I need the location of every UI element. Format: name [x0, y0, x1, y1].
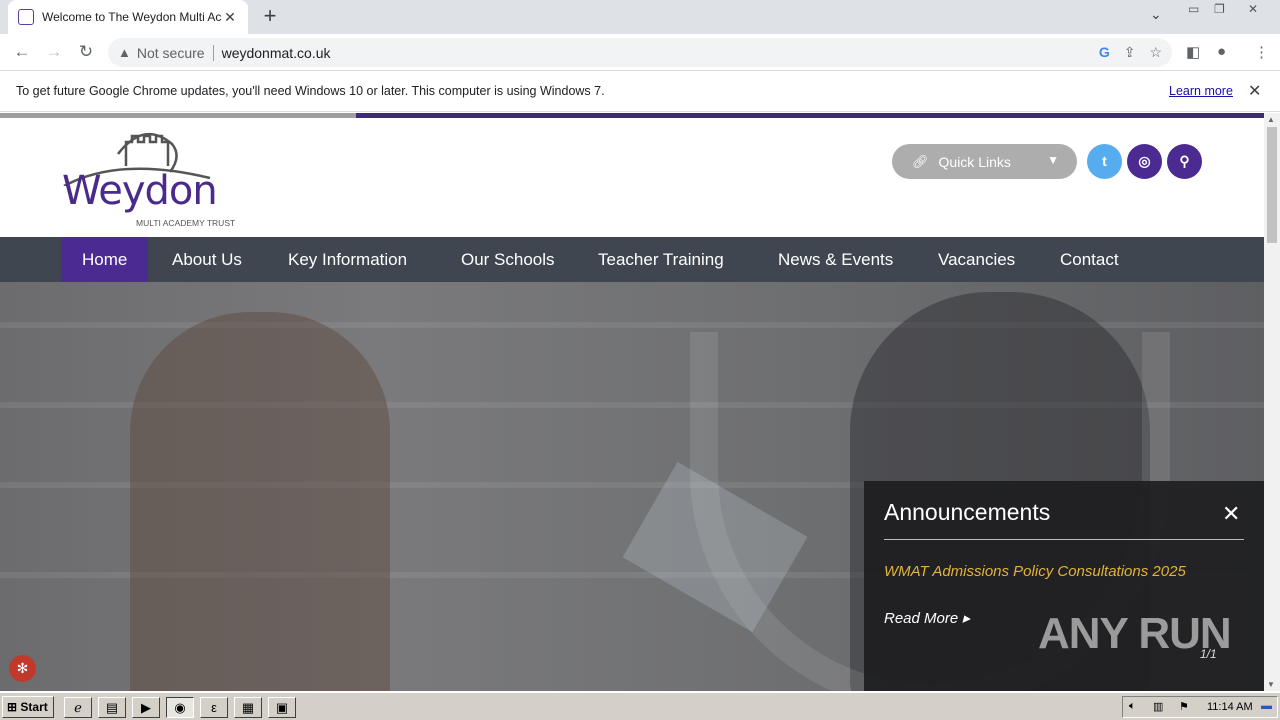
announcements-divider [884, 539, 1244, 540]
chrome-icon[interactable]: ◉ [166, 697, 194, 718]
volume-icon[interactable]: 🔈︎ [1129, 700, 1136, 713]
forward-arrow-icon[interactable]: → [42, 40, 66, 64]
read-more-link[interactable]: Read More ▸ [884, 609, 970, 627]
show-desktop-icon[interactable]: ▬ [1261, 700, 1272, 712]
infobar-message: To get future Google Chrome updates, you… [16, 84, 605, 98]
browser-tab[interactable]: Welcome to The Weydon Multi Acad ✕ [8, 0, 248, 34]
windows-taskbar: ⊞ Start ℯ ▤ ▶ ◉ ε ▦ ▣ 🔈︎ ▥ ⚑ 11:14 AM ▬ [0, 692, 1280, 720]
web-page: Weydon MULTI ACADEMY TRUST 🔗︎ Quick Link… [0, 113, 1264, 691]
twitter-icon[interactable]: t [1087, 144, 1122, 179]
google-lens-icon[interactable]: G [1099, 44, 1110, 61]
site-favicon-icon [18, 9, 34, 25]
hero-student-left [130, 312, 390, 691]
tab-close-icon[interactable]: ✕ [222, 9, 238, 26]
cookie-settings-icon[interactable]: ✻ [9, 655, 36, 682]
link-chain-icon: 🔗︎ [912, 153, 929, 169]
nav-vacancies[interactable]: Vacancies [917, 237, 1036, 282]
update-infobar: To get future Google Chrome updates, you… [0, 72, 1280, 112]
profile-avatar-icon[interactable]: ● [1217, 43, 1226, 60]
share-icon[interactable]: ⇪ [1124, 44, 1136, 61]
tab-strip: Welcome to The Weydon Multi Acad ✕ + ⌄ ▭… [0, 0, 1280, 34]
learn-more-link[interactable]: Learn more [1169, 84, 1233, 98]
app-window-icon[interactable]: ▣ [268, 697, 296, 718]
nav-key-information[interactable]: Key Information [267, 237, 428, 282]
ie-icon[interactable]: ℯ [64, 697, 92, 718]
nav-home[interactable]: Home [61, 237, 149, 282]
clock[interactable]: 11:14 AM [1207, 701, 1253, 713]
menu-kebab-icon[interactable]: ⋮ [1254, 43, 1269, 61]
side-panel-icon[interactable]: ◧ [1186, 43, 1200, 61]
url-text[interactable]: weydonmat.co.uk [222, 45, 331, 61]
system-tray: 🔈︎ ▥ ⚑ 11:14 AM ▬ [1122, 696, 1278, 718]
announcements-title: Announcements [884, 499, 1051, 525]
reload-icon[interactable]: ↻ [74, 40, 98, 64]
quick-links-label: Quick Links [938, 153, 1011, 170]
nav-contact[interactable]: Contact [1039, 237, 1140, 282]
read-more-label: Read More [884, 610, 959, 627]
announcement-link[interactable]: WMAT Admissions Policy Consultations 202… [884, 563, 1186, 580]
search-icon[interactable]: ⚲ [1167, 144, 1202, 179]
tab-title: Welcome to The Weydon Multi Acad [42, 10, 222, 24]
nav-our-schools[interactable]: Our Schools [440, 237, 576, 282]
nav-about-us[interactable]: About Us [151, 237, 263, 282]
tab-search-chevron-icon[interactable]: ⌄ [1150, 6, 1162, 23]
network-icon[interactable]: ▥ [1153, 700, 1163, 713]
site-header: Weydon MULTI ACADEMY TRUST 🔗︎ Quick Link… [0, 118, 1264, 237]
address-bar[interactable]: ▲ Not secure weydonmat.co.uk G ⇪ ☆ [108, 38, 1172, 67]
restore-button[interactable]: ❐ [1214, 2, 1225, 16]
caret-right-icon: ▸ [962, 610, 970, 627]
page-scrollbar[interactable]: ▲ ▼ [1264, 113, 1280, 691]
main-nav: Home About Us Key Information Our School… [0, 237, 1264, 282]
media-player-icon[interactable]: ▶ [132, 697, 160, 718]
bookmark-star-icon[interactable]: ☆ [1149, 44, 1162, 61]
window-close-button[interactable]: ✕ [1248, 2, 1258, 16]
winrar-icon[interactable]: ▦ [234, 697, 262, 718]
chevron-down-icon: ▼ [1047, 153, 1059, 167]
scroll-up-icon[interactable]: ▲ [1267, 115, 1275, 124]
omnibox-divider [212, 44, 214, 61]
edge-icon[interactable]: ε [200, 697, 228, 718]
not-secure-label[interactable]: Not secure [137, 45, 205, 61]
flag-icon[interactable]: ⚑ [1179, 700, 1189, 713]
start-button[interactable]: ⊞ Start [2, 696, 54, 718]
instagram-icon[interactable]: ◎ [1127, 144, 1162, 179]
hero-image: Announcements ✕ WMAT Admissions Policy C… [0, 282, 1264, 691]
nav-news-events[interactable]: News & Events [757, 237, 914, 282]
back-arrow-icon[interactable]: ← [10, 40, 34, 64]
warning-triangle-icon[interactable]: ▲ [118, 45, 131, 60]
start-label: Start [20, 700, 48, 714]
infobar-close-icon[interactable]: ✕ [1248, 81, 1261, 101]
folder-icon[interactable]: ▤ [98, 697, 126, 718]
announcement-pager: 1/1 [1200, 647, 1217, 661]
weydon-logo[interactable]: Weydon MULTI ACADEMY TRUST [60, 126, 245, 231]
close-icon[interactable]: ✕ [1222, 501, 1240, 527]
scroll-down-icon[interactable]: ▼ [1267, 680, 1275, 689]
new-tab-button[interactable]: + [258, 5, 282, 29]
minimize-button[interactable]: ▭ [1188, 2, 1199, 16]
browser-toolbar: ← → ↻ ▲ Not secure weydonmat.co.uk G ⇪ ☆… [0, 34, 1280, 71]
logo-subtitle: MULTI ACADEMY TRUST [136, 218, 236, 228]
quick-links-dropdown[interactable]: 🔗︎ Quick Links ▼ [892, 144, 1077, 179]
announcements-panel: Announcements ✕ WMAT Admissions Policy C… [864, 481, 1264, 691]
nav-teacher-training[interactable]: Teacher Training [577, 237, 745, 282]
scroll-thumb[interactable] [1267, 127, 1277, 243]
logo-wordmark: Weydon [62, 168, 218, 214]
